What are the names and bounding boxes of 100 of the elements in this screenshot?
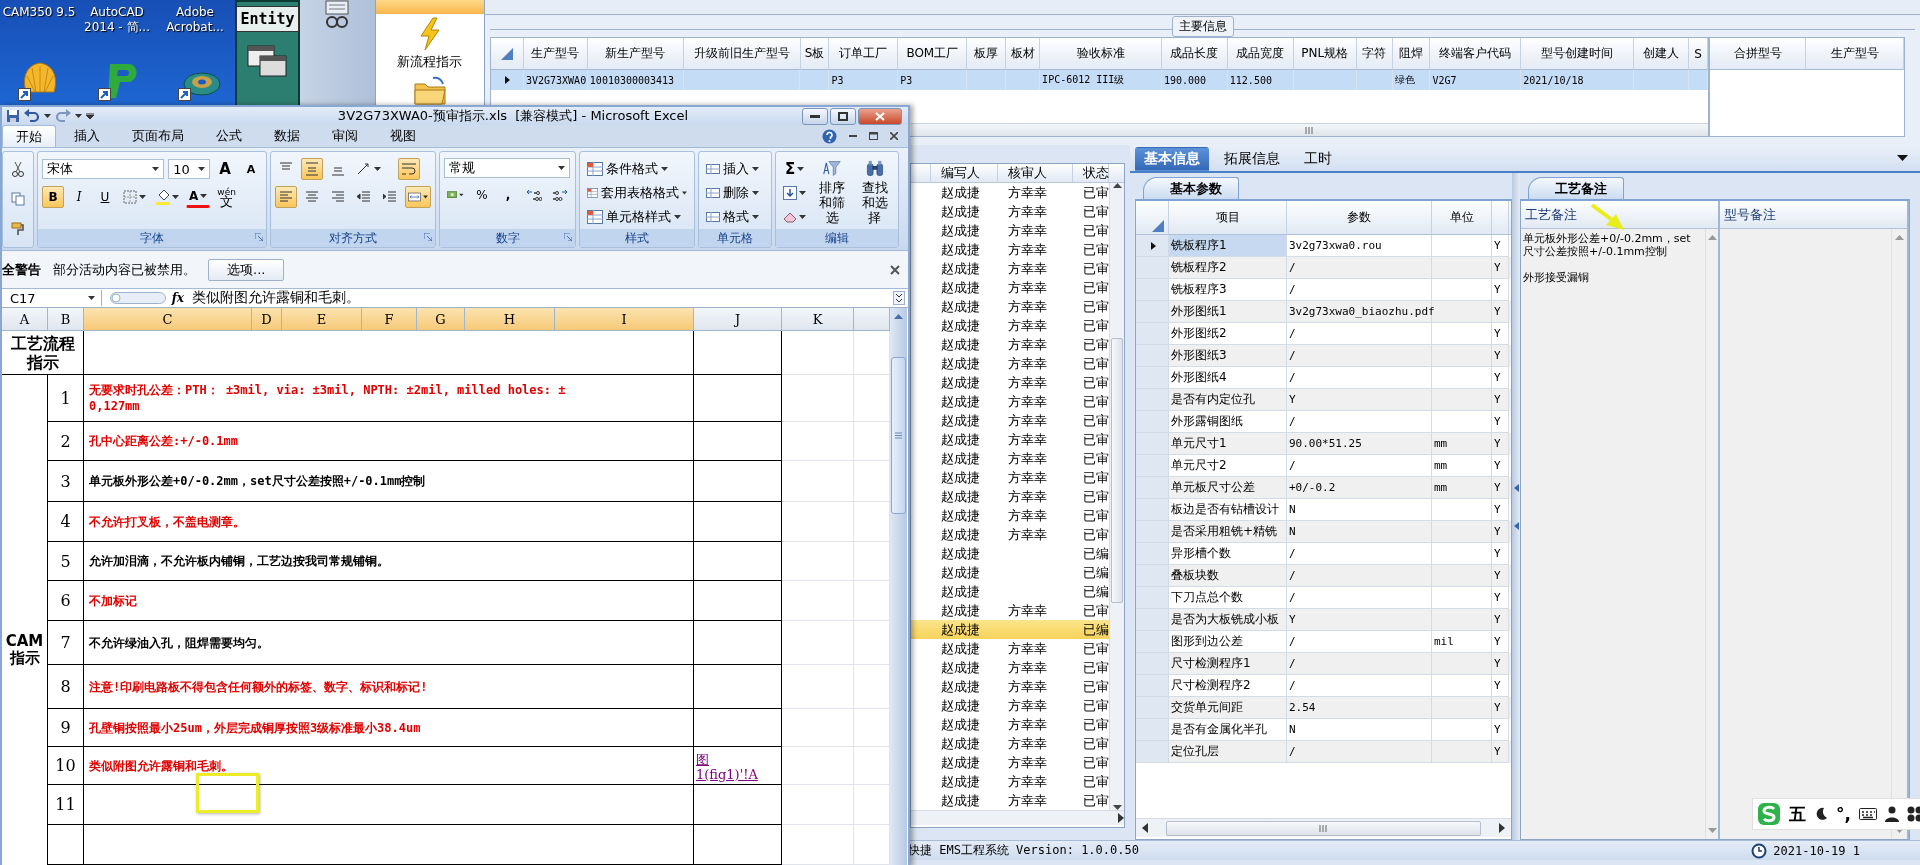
list-row[interactable]: 赵成捷 方幸幸 已审: [911, 696, 1109, 715]
list-row[interactable]: 赵成捷 方幸幸 已审: [911, 677, 1109, 696]
list-row[interactable]: 赵成捷 方幸幸 已审: [911, 715, 1109, 734]
input-method-bar[interactable]: 五 °,: [1752, 798, 1920, 830]
column-header[interactable]: 编写人: [931, 164, 998, 182]
column-header[interactable]: F: [362, 308, 417, 330]
font-field[interactable]: 宋体: [42, 159, 165, 179]
shrink-font-button[interactable]: A: [240, 158, 262, 180]
list-row[interactable]: 赵成捷 方幸幸 已审: [911, 297, 1109, 316]
ribbon-tab[interactable]: 开始: [2, 125, 56, 147]
list-row[interactable]: 赵成捷 方幸幸 已审: [911, 354, 1109, 373]
comma-button[interactable]: ,: [497, 184, 519, 206]
column-header[interactable]: 生产型号: [1806, 38, 1904, 70]
list-row[interactable]: 赵成捷 方幸幸 已审: [911, 430, 1109, 449]
column-header[interactable]: 参数: [1287, 201, 1432, 234]
ribbon-tab[interactable]: 数据: [260, 125, 314, 147]
font-color-button[interactable]: A: [186, 186, 211, 208]
table-row[interactable]: 铣板程序1 3v2g73xwa0.rou Y: [1136, 235, 1511, 257]
launcher-icon[interactable]: [564, 233, 572, 242]
customize-icon[interactable]: [86, 113, 94, 119]
tab[interactable]: 工时: [1295, 147, 1341, 171]
table-row[interactable]: 是否采用粗铣+精铣 N Y: [1136, 521, 1511, 543]
tab[interactable]: 基本信息: [1135, 147, 1209, 171]
cells-button[interactable]: 插入: [703, 158, 767, 180]
tab[interactable]: 拓展信息: [1215, 147, 1289, 171]
style-button[interactable]: 套用表格格式: [584, 182, 690, 204]
column-header[interactable]: I: [555, 308, 694, 330]
list-row[interactable]: 赵成捷 已编: [911, 582, 1109, 601]
cells-button[interactable]: 格式: [703, 206, 767, 228]
column-header[interactable]: 状态: [1073, 164, 1109, 182]
align-button[interactable]: [275, 186, 297, 208]
table-row[interactable]: 尺寸检测程序1 / Y: [1136, 653, 1511, 675]
column-header[interactable]: C: [84, 308, 252, 330]
table-row[interactable]: 铣板程序3 / Y: [1136, 279, 1511, 301]
scrollbar[interactable]: [911, 123, 1708, 136]
column-header[interactable]: E: [282, 308, 362, 330]
table-row[interactable]: 定位孔层 / Y: [1136, 741, 1511, 763]
list-row[interactable]: 赵成捷 方幸幸 已审: [911, 411, 1109, 430]
list-row[interactable]: 赵成捷 已编: [911, 563, 1109, 582]
list-row[interactable]: 赵成捷 方幸幸 已审: [911, 525, 1109, 544]
align-button[interactable]: [301, 158, 323, 180]
list-row[interactable]: 赵成捷 方幸幸 已审: [911, 601, 1109, 620]
shortcut-label[interactable]: CAM350 9.5: [0, 0, 78, 35]
merge-button[interactable]: [405, 186, 431, 208]
scrollbar[interactable]: [1705, 229, 1718, 839]
punctuation-mode[interactable]: °,: [1836, 804, 1851, 824]
ribbon-tab[interactable]: 视图: [376, 125, 430, 147]
column-header[interactable]: 工艺备注: [1521, 201, 1718, 229]
list-row[interactable]: 赵成捷 方幸幸 已审: [911, 734, 1109, 753]
list-row[interactable]: 赵成捷 方幸幸 已审: [911, 506, 1109, 525]
user-icon[interactable]: [1884, 806, 1899, 822]
close-icon[interactable]: [890, 132, 898, 140]
column-header[interactable]: 单位: [1432, 201, 1492, 234]
list-row[interactable]: 赵成捷 方幸幸 已审: [911, 658, 1109, 677]
table-row[interactable]: 是否为大板铣成小板 Y Y: [1136, 609, 1511, 631]
launcher-icon[interactable]: [255, 233, 263, 242]
table-row[interactable]: 板边是否有钻槽设计 N Y: [1136, 499, 1511, 521]
splitter-handle[interactable]: [1512, 173, 1520, 840]
column-header[interactable]: H: [465, 308, 555, 330]
nav-item[interactable]: 新流程指示: [396, 16, 464, 72]
keyboard-icon[interactable]: [1858, 808, 1877, 820]
help-icon[interactable]: [822, 128, 837, 144]
folder-icon[interactable]: [412, 76, 447, 106]
number-format-field[interactable]: 常规: [444, 158, 570, 178]
ime-logo-icon[interactable]: [1757, 802, 1781, 826]
expand-icon[interactable]: [893, 291, 905, 305]
format-button[interactable]: U: [94, 186, 116, 208]
phonetic-button[interactable]: wén 文: [214, 186, 239, 208]
table-row[interactable]: 图形到边公差 / mil Y: [1136, 631, 1511, 653]
list-row[interactable]: 赵成捷 已编: [911, 620, 1109, 639]
list-row[interactable]: 赵成捷 方幸幸 已审: [911, 487, 1109, 506]
table-row[interactable]: 外形露铜图纸 / Y: [1136, 411, 1511, 433]
table-row[interactable]: 尺寸检测程序2 / Y: [1136, 675, 1511, 697]
table-row[interactable]: 单元板尺寸公差 +0/-0.2 mm Y: [1136, 477, 1511, 499]
table-row[interactable]: 异形槽个数 / Y: [1136, 543, 1511, 565]
redo-icon[interactable]: [55, 109, 71, 123]
scroll-thumb[interactable]: [1111, 338, 1123, 603]
size-field[interactable]: 10: [168, 159, 210, 179]
close-icon[interactable]: [890, 264, 900, 275]
list-row[interactable]: 赵成捷 方幸幸 已审: [911, 240, 1109, 259]
ribbon-tab[interactable]: 插入: [60, 125, 114, 147]
options-button[interactable]: 选项...: [208, 258, 285, 281]
table-row[interactable]: 外形图纸1 3v2g73xwa0_biaozhu.pdf Y: [1136, 301, 1511, 323]
scroll-thumb[interactable]: [1166, 820, 1481, 836]
column-header[interactable]: D: [252, 308, 282, 330]
insert-function-button[interactable]: fx: [171, 291, 184, 305]
apps-icon[interactable]: [1906, 806, 1920, 822]
table-row[interactable]: 单元尺寸2 / mm Y: [1136, 455, 1511, 477]
sort-filter-button[interactable]: 排序和筛选: [813, 158, 852, 226]
style-button[interactable]: 条件格式: [584, 158, 690, 180]
column-header[interactable]: K: [782, 308, 854, 330]
find-select-button[interactable]: 查找和选择: [855, 158, 894, 226]
list-row[interactable]: 赵成捷 方幸幸 已审: [911, 772, 1109, 791]
save-icon[interactable]: [6, 109, 20, 123]
scrollbar[interactable]: [890, 308, 907, 865]
table-row[interactable]: 3V2G73XWA0 10010300003413 P3 P3 IPC-6012 III级 190.000 112.500 绿色 V2G7 2021/10/18: [491, 70, 1708, 90]
list-row[interactable]: 赵成捷 方幸幸 已审: [911, 316, 1109, 335]
table-row[interactable]: 铣板程序2 / Y: [1136, 257, 1511, 279]
list-row[interactable]: 赵成捷 方幸幸 已审: [911, 278, 1109, 297]
percent-button[interactable]: %: [471, 184, 493, 206]
